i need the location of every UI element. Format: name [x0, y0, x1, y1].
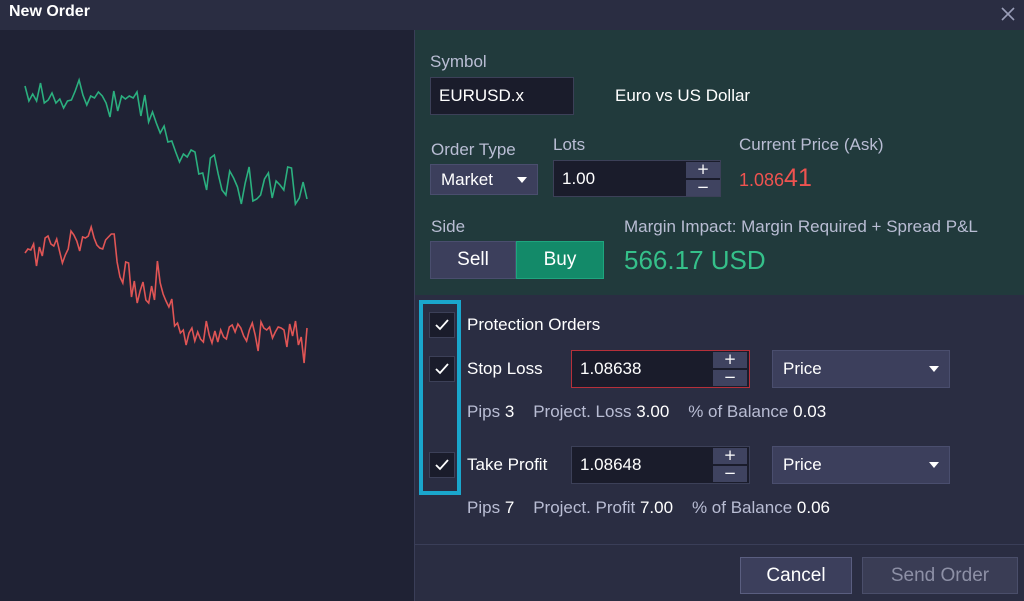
- stop-loss-mode-value: Price: [783, 359, 822, 378]
- chevron-down-icon: [517, 176, 527, 183]
- stop-loss-mode-dropdown[interactable]: Price: [772, 350, 950, 388]
- stop-loss-proj-label: Project. Loss: [533, 402, 632, 421]
- send-order-button[interactable]: Send Order: [862, 557, 1018, 594]
- price-pip-digits: 41: [784, 164, 812, 192]
- stop-loss-stepper: + −: [713, 352, 747, 386]
- take-profit-pips-label: Pips: [467, 498, 501, 517]
- take-profit-metrics: Pips 7 Project. Profit 7.00 % of Balance…: [467, 498, 830, 518]
- stop-loss-balance-label: % of Balance: [688, 402, 789, 421]
- take-profit-increment-button[interactable]: +: [713, 448, 747, 464]
- symbol-input[interactable]: EURUSD.x: [430, 77, 574, 115]
- checkbox-highlight-box: [419, 300, 461, 495]
- take-profit-balance-value: 0.06: [796, 498, 830, 517]
- take-profit-pips-value: 7: [504, 498, 515, 517]
- close-icon[interactable]: [998, 4, 1018, 24]
- stop-loss-increment-button[interactable]: +: [713, 352, 747, 368]
- chevron-down-icon: [929, 462, 939, 468]
- cancel-button[interactable]: Cancel: [740, 557, 852, 594]
- bid-sparkline: [24, 77, 308, 207]
- title-bar: New Order: [0, 0, 1024, 30]
- order-type-value: Market: [441, 169, 493, 189]
- footer-divider: [415, 544, 1024, 545]
- symbol-description: Euro vs US Dollar: [615, 86, 751, 105]
- take-profit-label: Take Profit: [467, 455, 548, 474]
- lots-label: Lots: [553, 135, 586, 154]
- stop-loss-proj-value: 3.00: [636, 402, 670, 421]
- stop-loss-metrics: Pips 3 Project. Loss 3.00 % of Balance 0…: [467, 402, 826, 422]
- ask-sparkline: [24, 224, 308, 364]
- margin-impact-label: Margin Impact: Margin Required + Spread …: [624, 217, 978, 236]
- chevron-down-icon: [929, 366, 939, 372]
- window-title: New Order: [9, 3, 90, 20]
- margin-impact-value: 566.17 USD: [624, 245, 766, 275]
- buy-button[interactable]: Buy: [516, 241, 604, 279]
- current-price-value: 1.08641: [739, 164, 812, 193]
- stop-loss-pips-label: Pips: [467, 402, 501, 421]
- stop-loss-balance-value: 0.03: [793, 402, 827, 421]
- price-sparklines: [24, 77, 308, 364]
- take-profit-mode-dropdown[interactable]: Price: [772, 446, 950, 484]
- lots-increment-button[interactable]: +: [686, 162, 720, 178]
- order-type-dropdown[interactable]: Market: [430, 164, 538, 195]
- stop-loss-label: Stop Loss: [467, 359, 543, 378]
- take-profit-decrement-button[interactable]: −: [713, 466, 747, 482]
- take-profit-balance-label: % of Balance: [691, 498, 793, 517]
- current-price-label: Current Price (Ask): [739, 135, 884, 154]
- side-label: Side: [431, 217, 466, 236]
- protection-orders-label: Protection Orders: [467, 315, 601, 334]
- order-type-label: Order Type: [431, 140, 516, 159]
- stop-loss-decrement-button[interactable]: −: [713, 370, 747, 386]
- take-profit-mode-value: Price: [783, 455, 822, 474]
- price-main-digits: 1.086: [739, 170, 785, 190]
- lots-decrement-button[interactable]: −: [686, 180, 720, 196]
- stop-loss-pips-value: 3: [504, 402, 515, 421]
- sell-button[interactable]: Sell: [430, 241, 516, 279]
- lots-stepper: + −: [686, 162, 720, 196]
- take-profit-proj-label: Project. Profit: [533, 498, 636, 517]
- symbol-label: Symbol: [430, 52, 487, 71]
- take-profit-proj-value: 7.00: [639, 498, 674, 517]
- take-profit-stepper: + −: [713, 448, 747, 482]
